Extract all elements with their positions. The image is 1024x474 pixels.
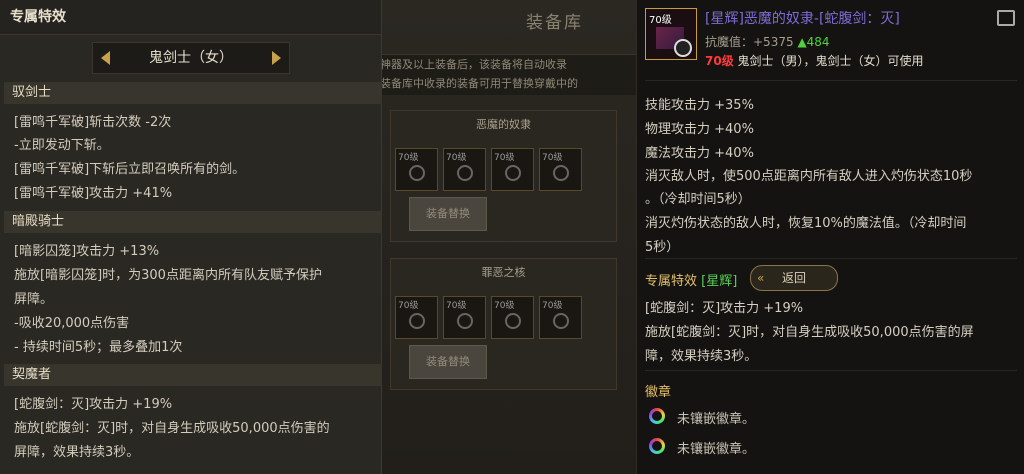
effect-line: -吸收20,000点伤害 <box>14 316 130 331</box>
back-button[interactable]: « 返回 <box>750 265 838 291</box>
emblem-slot-icon <box>649 408 665 424</box>
replace-equipment-button[interactable]: 装备替换 <box>409 345 487 379</box>
equip-slot[interactable]: 70级 <box>539 296 582 339</box>
equipment-set-card: 罪恶之核 70级 70级 70级 70级 装备替换 <box>390 258 617 390</box>
exclusive-line: 施放[蛇腹剑：灭]时，对自身生成吸收50,000点伤害的屏 <box>645 325 974 340</box>
locked-icon <box>409 313 425 329</box>
warehouse-notice: 神器及以上装备后，该装备将自动收录 装备库中收录的装备可用于替换穿戴中的 <box>376 54 646 95</box>
stat-line: 技能攻击力 +35% <box>645 98 754 113</box>
divider <box>645 370 1017 371</box>
item-icon: 70级 <box>645 8 697 60</box>
effect-line: 施放[蛇腹剑：灭]时，对自身生成吸收50,000点伤害的 <box>14 421 330 436</box>
equip-slot[interactable]: 70级 <box>395 296 438 339</box>
exclusive-line: 障，效果持续3秒。 <box>645 349 758 364</box>
effect-line: 屏障。 <box>14 292 54 307</box>
section-header: 暗殿骑士 <box>4 211 382 233</box>
effect-line: 屏障，效果持续3秒。 <box>14 445 140 460</box>
effect-line: -立即发动下斩。 <box>14 138 110 153</box>
exclusive-effect-panel: 专属特效 鬼剑士（女） 驭剑士 [雷鸣千军破]斩击次数 -2次 -立即发动下斩。… <box>0 0 382 474</box>
locked-icon <box>505 165 521 181</box>
equip-slot[interactable]: 70级 <box>395 148 438 191</box>
equip-slot[interactable]: 70级 <box>443 296 486 339</box>
next-arrow-icon[interactable] <box>272 51 281 65</box>
share-icon[interactable] <box>997 10 1015 26</box>
replace-equipment-button[interactable]: 装备替换 <box>409 197 487 231</box>
set-name: 罪恶之核 <box>481 266 526 279</box>
emblem-status: 未镶嵌徽章。 <box>677 412 756 427</box>
item-level-badge: 70级 <box>649 15 672 26</box>
class-selector: 鬼剑士（女） <box>92 42 290 74</box>
divider <box>645 80 1017 81</box>
locked-icon <box>409 165 425 181</box>
stat-line: 魔法攻击力 +40% <box>645 146 754 161</box>
stat-line: 。（冷却时间5秒） <box>645 192 751 207</box>
item-requirement: 70级 鬼剑士（男），鬼剑士（女）可使用 <box>705 54 924 68</box>
stat-line: 消灭灼伤状态的敌人时，恢复10%的魔法值。（冷却时间 <box>645 216 967 231</box>
section-header: 契魔者 <box>4 364 382 386</box>
equip-slot[interactable]: 70级 <box>539 148 582 191</box>
item-stat-value: 抗魔值：+5375 ▲484 <box>705 35 830 49</box>
item-tooltip: 70级 [星辉]恶魔的奴隶-[蛇腹剑：灭] 抗魔值：+5375 ▲484 70级… <box>636 0 1024 474</box>
locked-icon <box>553 165 569 181</box>
section-header: 驭剑士 <box>4 82 382 104</box>
exclusive-effect-label: 专属特效 [星辉] <box>645 274 738 289</box>
stat-line: 消灭敌人时，使500点距离内所有敌人进入灼伤状态10秒 <box>645 169 973 184</box>
emblem-slot-icon <box>649 438 665 454</box>
equip-slot[interactable]: 70级 <box>443 148 486 191</box>
locked-icon <box>674 39 692 57</box>
double-chevron-left-icon: « <box>757 271 765 285</box>
emblem-status: 未镶嵌徽章。 <box>677 442 756 457</box>
effect-line: [雷鸣千军破]攻击力 +41% <box>14 186 173 201</box>
set-name: 恶魔的奴隶 <box>476 118 531 131</box>
locked-icon <box>505 313 521 329</box>
stat-line: 物理攻击力 +40% <box>645 122 754 137</box>
warehouse-title: 装备库 <box>526 13 583 33</box>
emblem-header: 徽章 <box>645 385 672 400</box>
equip-slot[interactable]: 70级 <box>491 296 534 339</box>
equip-slot[interactable]: 70级 <box>491 148 534 191</box>
exclusive-line: [蛇腹剑：灭]攻击力 +19% <box>645 301 804 316</box>
locked-icon <box>457 313 473 329</box>
effect-line: [暗影囚笼]攻击力 +13% <box>14 244 160 259</box>
equipment-set-card: 恶魔的奴隶 70级 70级 70级 70级 装备替换 <box>390 110 617 242</box>
effect-line: 施放[暗影囚笼]时，为300点距离内所有队友赋予保护 <box>14 268 322 283</box>
locked-icon <box>457 165 473 181</box>
class-selector-label: 鬼剑士（女） <box>149 50 233 66</box>
effect-line: [雷鸣千军破]斩击次数 -2次 <box>14 115 172 130</box>
effect-line: - 持续时间5秒；最多叠加1次 <box>14 340 183 355</box>
prev-arrow-icon[interactable] <box>101 51 110 65</box>
locked-icon <box>553 313 569 329</box>
effect-line: [雷鸣千军破]下斩后立即召唤所有的剑。 <box>14 162 246 177</box>
panel-title: 专属特效 <box>0 0 381 35</box>
divider <box>645 258 1017 259</box>
effect-line: [蛇腹剑：灭]攻击力 +19% <box>14 397 173 412</box>
increase-indicator: ▲484 <box>797 35 830 49</box>
equipment-warehouse-panel: 装备库 神器及以上装备后，该装备将自动收录 装备库中收录的装备可用于替换穿戴中的… <box>376 0 646 474</box>
stat-line: 5秒） <box>645 240 680 255</box>
item-name: [星辉]恶魔的奴隶-[蛇腹剑：灭] <box>705 11 900 27</box>
